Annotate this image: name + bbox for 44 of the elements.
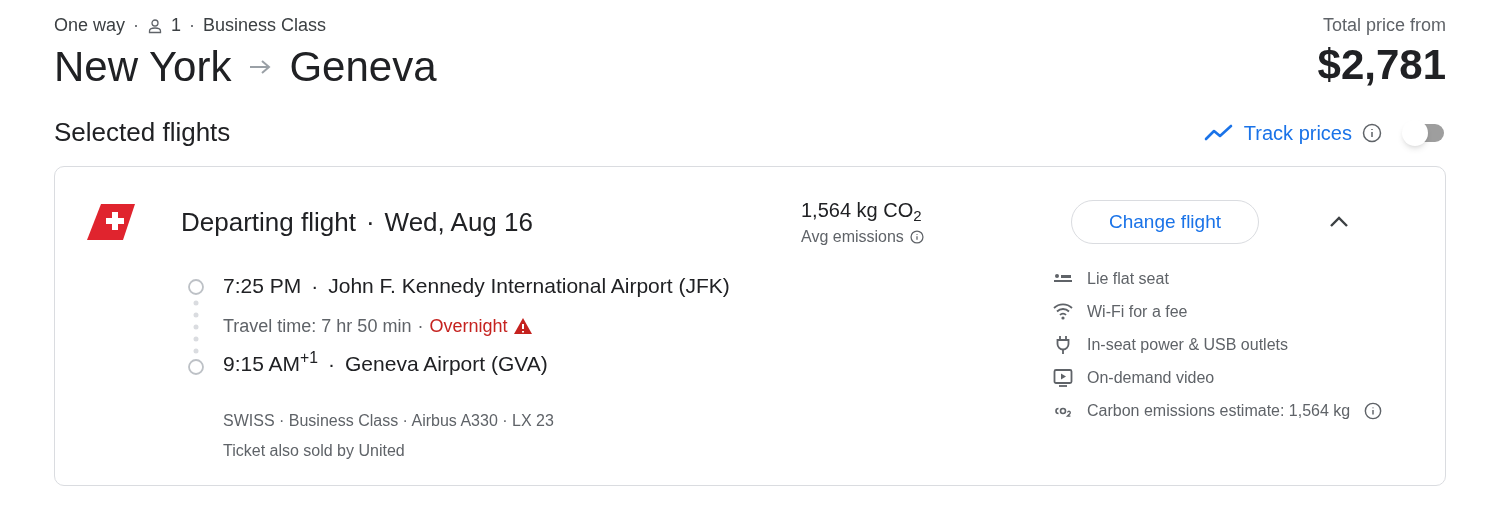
amenity-text: In-seat power & USB outlets [1087,335,1288,355]
separator-dot: · [133,14,140,37]
separator-dot: · [189,14,196,37]
separator-dot: · [365,205,375,239]
passenger-count: 1 [171,14,182,37]
chevron-icon[interactable] [1329,216,1349,228]
flight-date: Wed, Aug 16 [384,205,533,239]
amenity-text: Wi-Fi for a fee [1087,302,1188,322]
cabin-class: Business Class [203,14,327,37]
emissions-label: Avg emissions [801,227,904,247]
separator-dot: · [311,273,319,300]
track-prices-link[interactable]: Track prices [1243,117,1352,148]
ticket-seller-note: Ticket also sold by United [223,441,406,461]
arrival-airport: Geneva Airport (GVA) [345,351,548,378]
overnight-warning: Overnight [429,314,508,338]
separator-dot: · [328,351,336,378]
origin-city: New York [54,42,232,92]
departure-airport: John F. Kennedy International Airport (JFK) [328,273,730,300]
person-icon [147,17,164,34]
separator-dot: · [417,314,424,338]
info-icon [1364,402,1383,420]
arrival-time: 9:15 AM$^{+1}$ [223,348,319,378]
emissions-value: 1,564 kg CO$_{2}$ [801,198,923,225]
flight-title: Departing flight [181,205,356,239]
amenity-text: Lie flat seat [1087,269,1169,289]
trip-type: One way [54,14,126,37]
amenity-text: Carbon emissions estimate: 1,564 kg [1087,401,1351,421]
total-price: $2,781 [1317,40,1446,90]
section-title: Selected flights [54,116,231,149]
airline-logo [87,204,135,240]
video-screen-icon [1053,368,1073,388]
flight-details: SWISS · Business Class · Airbus A330 · LX 23 [223,411,555,431]
wifi-icon [1053,302,1073,322]
amenity-text: On-demand video [1087,368,1215,388]
info-icon [909,230,924,244]
info-icon [1362,122,1382,143]
trend-icon [1203,123,1234,142]
arrow-icon [249,59,272,75]
destination-city: Geneva [289,42,437,92]
price-label: Total price from [1322,14,1446,37]
warning-icon [513,317,534,335]
toggle-switch[interactable] [1402,119,1446,146]
departure-time: 7:25 PM [223,273,302,300]
travel-time: Travel time: 7 hr 50 min [223,314,412,338]
